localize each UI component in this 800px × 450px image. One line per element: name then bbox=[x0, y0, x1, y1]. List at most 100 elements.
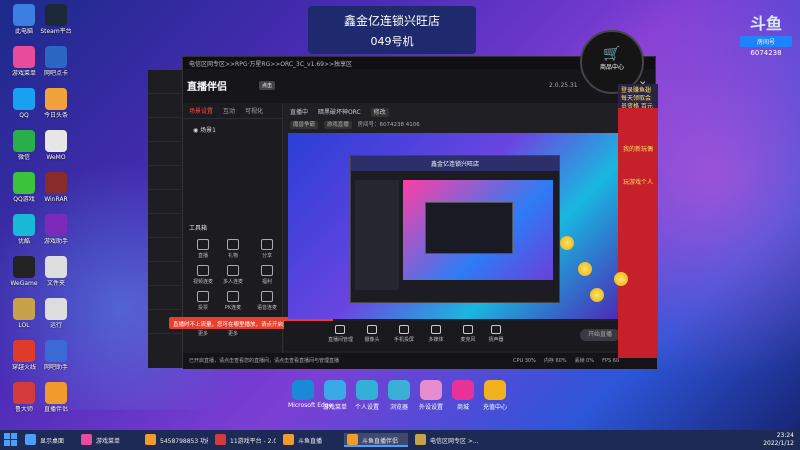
live-title: 暗黑破坏神ORC bbox=[317, 109, 361, 116]
room-label: 房间号 bbox=[740, 36, 792, 47]
live-status: 直播中 bbox=[290, 109, 309, 116]
dock-item[interactable]: Microsoft Edge bbox=[288, 380, 332, 409]
dock-app-icon bbox=[452, 380, 474, 400]
tool-button[interactable]: 福利 bbox=[255, 265, 279, 285]
tool-button[interactable]: 多人连麦 bbox=[221, 265, 245, 285]
tool-icon bbox=[261, 265, 273, 276]
taskbar-item[interactable]: 11游戏平台 - 2.0.2... bbox=[212, 433, 276, 447]
toolbar-button[interactable]: 扬声器 bbox=[484, 325, 508, 343]
scene-item[interactable]: ◉ 场景1 bbox=[183, 119, 282, 140]
toolbar-icon bbox=[491, 325, 501, 334]
desktop-icon[interactable]: 网吧点卡 bbox=[36, 46, 76, 77]
app-icon bbox=[45, 214, 67, 236]
room-number: 6074238 bbox=[750, 49, 782, 57]
app-logo: 直播伴侣 bbox=[187, 82, 227, 93]
desktop-icon[interactable]: 运行 bbox=[36, 298, 76, 329]
desktop-icon[interactable]: 网吧助手 bbox=[36, 340, 76, 371]
tool-button[interactable]: 投票 bbox=[191, 291, 215, 311]
toolbar-label: 直播间管理 bbox=[328, 337, 354, 343]
app-icon bbox=[45, 382, 67, 404]
dock-item[interactable]: 充值中心 bbox=[480, 380, 510, 411]
dock-item[interactable]: 游戏菜单 bbox=[320, 380, 350, 411]
edit-title-button[interactable]: 修改 bbox=[370, 108, 389, 117]
dock-item[interactable]: 个人设置 bbox=[352, 380, 382, 411]
stream-preview[interactable]: 鑫金亿连锁兴旺店 bbox=[288, 133, 618, 319]
tool-label: 直播 bbox=[197, 253, 208, 259]
windows-start-icon[interactable] bbox=[4, 433, 18, 447]
toolbar-icon bbox=[399, 325, 409, 334]
shop-title: 鑫金亿连锁兴旺店 bbox=[343, 14, 440, 28]
tool-label: 多人连麦 bbox=[222, 279, 243, 285]
category-tag-2[interactable]: 游戏直播 bbox=[323, 121, 352, 129]
gold-coin-decoration bbox=[590, 288, 604, 302]
desktop-icon[interactable]: WeMO bbox=[36, 130, 76, 161]
tab-interact[interactable]: 互动 bbox=[223, 106, 235, 115]
douyu-watermark: 斗鱼 房间号 6074238 bbox=[740, 10, 792, 57]
dock-item[interactable]: 浏览器 bbox=[384, 380, 414, 411]
tool-label: 更多 bbox=[197, 331, 208, 337]
desktop-icon[interactable]: 游戏助手 bbox=[36, 214, 76, 245]
desktop-icon[interactable]: Steam平台 bbox=[36, 4, 76, 35]
start-live-button[interactable]: 开始直播 bbox=[580, 329, 620, 341]
app-icon bbox=[13, 88, 35, 110]
taskbar-item[interactable]: 斗鱼直播 bbox=[280, 433, 338, 447]
app-icon bbox=[13, 298, 35, 320]
toolbar-button[interactable]: 多媒体 bbox=[424, 325, 448, 343]
tool-label: 更多 bbox=[227, 331, 238, 337]
stat-item: CPU 30% bbox=[513, 358, 536, 364]
app-icon bbox=[45, 130, 67, 152]
desktop-icon[interactable]: WinRAR bbox=[36, 172, 76, 203]
douyu-logo: 斗鱼 bbox=[749, 14, 782, 33]
taskbar-item[interactable]: 显示桌面 bbox=[22, 433, 74, 447]
taskbar-label: 11游戏平台 - 2.0.2... bbox=[230, 438, 276, 445]
tool-button[interactable]: PK连麦 bbox=[221, 291, 245, 311]
left-panel: 场景设置 互动 可视化 ◉ 场景1 工具箱 直播 礼物 分享 视频连麦 多人连麦 福利 投票… bbox=[169, 103, 333, 369]
desktop-icon[interactable]: 直播伴侣 bbox=[36, 382, 76, 413]
clock-date: 2022/1/12 bbox=[763, 440, 794, 447]
tool-button[interactable]: 直播 bbox=[191, 239, 215, 259]
tool-button[interactable]: 分享 bbox=[255, 239, 279, 259]
desktop-icon[interactable]: 今日头条 bbox=[36, 88, 76, 119]
tool-button[interactable]: 礼物 bbox=[221, 239, 245, 259]
desktop-icon-label: 文件夹 bbox=[46, 280, 65, 287]
dock-item[interactable]: 商城 bbox=[448, 380, 478, 411]
live-info-header: 直播中 暗黑破坏神ORC 修改 魔兽争霸 游戏直播 房间号：6074238 41… bbox=[284, 103, 657, 131]
toolbar-button[interactable]: 摄像头 bbox=[360, 325, 384, 343]
logo-tag[interactable]: 点击 bbox=[259, 81, 276, 90]
toolbar-button[interactable]: 直播间管理 bbox=[328, 325, 354, 343]
shop-banner: 鑫金亿连锁兴旺店 049号机 bbox=[308, 6, 476, 54]
dock-label: 外设设置 bbox=[418, 404, 443, 411]
dock-app-icon bbox=[324, 380, 346, 400]
tool-button[interactable]: 语音连麦 bbox=[255, 291, 279, 311]
taskbar-item[interactable]: 游戏菜单 bbox=[78, 433, 136, 447]
tool-icon bbox=[261, 291, 273, 302]
app-icon bbox=[13, 256, 35, 278]
toolbar-button[interactable]: 手机投屏 bbox=[392, 325, 416, 343]
toolbar-label: 麦克风 bbox=[460, 337, 476, 343]
toolbar-icon bbox=[431, 325, 441, 334]
tool-label: 视频连麦 bbox=[192, 279, 213, 285]
app-icon bbox=[45, 256, 67, 278]
tab-scenes[interactable]: 场景设置 bbox=[189, 106, 213, 115]
category-tag[interactable]: 魔兽争霸 bbox=[290, 121, 319, 129]
tab-visual[interactable]: 可视化 bbox=[245, 106, 263, 115]
taskbar-app-icon bbox=[25, 434, 36, 445]
side-button-1[interactable]: 我的新玩偶 bbox=[618, 144, 658, 153]
taskbar-item[interactable]: 电信区网专区 >... bbox=[412, 433, 478, 447]
dock-item[interactable]: 外设设置 bbox=[416, 380, 446, 411]
toolbar-button[interactable]: 麦克风 bbox=[456, 325, 480, 343]
stat-item: 丢帧 0% bbox=[574, 358, 595, 364]
desktop-icon-label: 运行 bbox=[49, 322, 62, 329]
side-button-2[interactable]: 玩游戏个人 bbox=[618, 177, 658, 186]
desktop-icon-label: 网吧助手 bbox=[43, 364, 68, 371]
toolbar-icon bbox=[463, 325, 473, 334]
tool-label: 礼物 bbox=[227, 253, 238, 259]
taskbar-item[interactable]: 斗鱼直播伴侣 bbox=[344, 433, 408, 447]
gold-coin-decoration bbox=[614, 272, 628, 286]
system-clock[interactable]: 23:24 2022/1/12 bbox=[763, 432, 794, 448]
desktop-icon[interactable]: 文件夹 bbox=[36, 256, 76, 287]
dock-label: 个人设置 bbox=[354, 404, 379, 411]
tool-button[interactable]: 视频连麦 bbox=[191, 265, 215, 285]
gold-coin-decoration bbox=[560, 236, 574, 250]
taskbar-item[interactable]: 5458798853 功能... bbox=[142, 433, 208, 447]
